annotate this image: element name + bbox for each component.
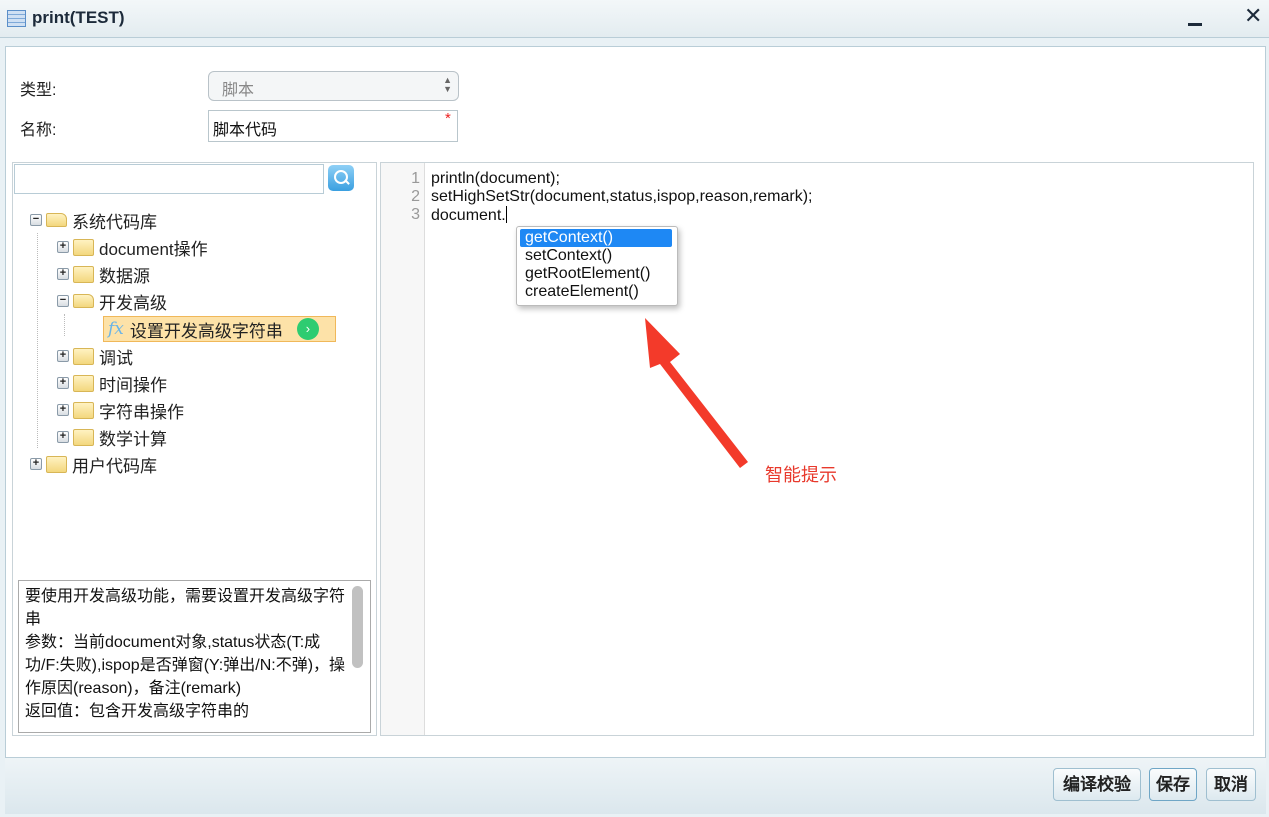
code-line: println(document); — [431, 170, 560, 187]
code-line: setHighSetStr(document,status,ispop,reas… — [431, 188, 813, 205]
cancel-button[interactable]: 取消 — [1206, 768, 1256, 801]
folder-open-icon — [46, 213, 67, 227]
annotation-text: 智能提示 — [765, 465, 837, 485]
tree-node-document[interactable]: + document操作 — [57, 235, 208, 259]
folder-icon — [73, 428, 94, 446]
line-number: 2 — [411, 188, 420, 205]
folder-icon — [73, 401, 94, 419]
minimize-button[interactable] — [1188, 10, 1202, 28]
tree-node-system-library[interactable]: − 系统代码库 — [30, 208, 157, 232]
updown-arrows-icon: ▲ ▼ — [443, 75, 452, 94]
annotation-arrow-icon — [645, 318, 748, 468]
search-input[interactable] — [14, 164, 324, 194]
line-number-gutter — [381, 163, 425, 735]
close-button[interactable]: ✕ — [1244, 3, 1262, 29]
expand-icon[interactable]: + — [57, 241, 69, 253]
expand-icon[interactable]: + — [57, 350, 69, 362]
type-select[interactable]: 脚本 ▲ ▼ — [208, 71, 459, 101]
folder-icon — [46, 455, 67, 473]
text-caret — [505, 206, 507, 223]
line-number: 3 — [411, 206, 420, 223]
required-asterisk: * — [445, 110, 451, 127]
folder-icon — [73, 374, 94, 392]
scrollbar-thumb[interactable] — [352, 586, 363, 668]
table-icon — [7, 10, 26, 27]
tree-line — [37, 233, 38, 448]
expand-icon[interactable]: + — [57, 268, 69, 280]
description-textarea[interactable]: 要使用开发高级功能，需要设置开发高级字符串 参数：当前document对象,st… — [18, 580, 371, 733]
tree-node-user-library[interactable]: + 用户代码库 — [30, 452, 157, 476]
autocomplete-option[interactable]: getRootElement() — [520, 265, 674, 283]
line-number: 1 — [411, 170, 420, 187]
autocomplete-option[interactable]: createElement() — [520, 283, 674, 301]
collapse-icon[interactable]: − — [30, 214, 42, 226]
save-button[interactable]: 保存 — [1149, 768, 1197, 801]
expand-icon[interactable]: + — [57, 431, 69, 443]
search-button[interactable] — [328, 165, 354, 191]
compile-check-button[interactable]: 编译校验 — [1053, 768, 1141, 801]
folder-icon — [73, 238, 94, 256]
expand-icon[interactable]: + — [30, 458, 42, 470]
folder-icon — [73, 347, 94, 365]
tree-node-string[interactable]: + 字符串操作 — [57, 398, 184, 422]
autocomplete-option[interactable]: getContext() — [520, 229, 672, 247]
autocomplete-popup: getContext() setContext() getRootElement… — [516, 226, 678, 306]
tree-node-debug[interactable]: + 调试 — [57, 344, 133, 368]
code-editor[interactable] — [380, 162, 1254, 736]
window-title: print(TEST) — [32, 8, 125, 27]
expand-icon[interactable]: + — [57, 404, 69, 416]
folder-icon — [73, 265, 94, 283]
folder-open-icon — [73, 294, 94, 308]
name-input[interactable]: 脚本代码 — [208, 110, 458, 142]
tree-node-math[interactable]: + 数学计算 — [57, 425, 167, 449]
expand-icon[interactable]: + — [57, 377, 69, 389]
name-label: 名称: — [20, 122, 57, 139]
autocomplete-option[interactable]: setContext() — [520, 247, 674, 265]
type-value: 脚本 — [222, 82, 255, 99]
tree-node-selected-function[interactable]: fx 设置开发高级字符串 › — [103, 316, 336, 342]
tree-line — [64, 314, 65, 336]
tree-node-datasource[interactable]: + 数据源 — [57, 262, 150, 286]
code-line: document. — [431, 206, 507, 224]
type-label: 类型: — [20, 82, 57, 99]
title-bar — [0, 0, 1269, 38]
chevron-right-icon[interactable]: › — [296, 318, 319, 340]
collapse-icon[interactable]: − — [57, 295, 69, 307]
tree-node-time[interactable]: + 时间操作 — [57, 371, 167, 395]
tree-node-advanced[interactable]: − 开发高级 — [57, 289, 167, 313]
function-icon: fx — [108, 319, 124, 339]
